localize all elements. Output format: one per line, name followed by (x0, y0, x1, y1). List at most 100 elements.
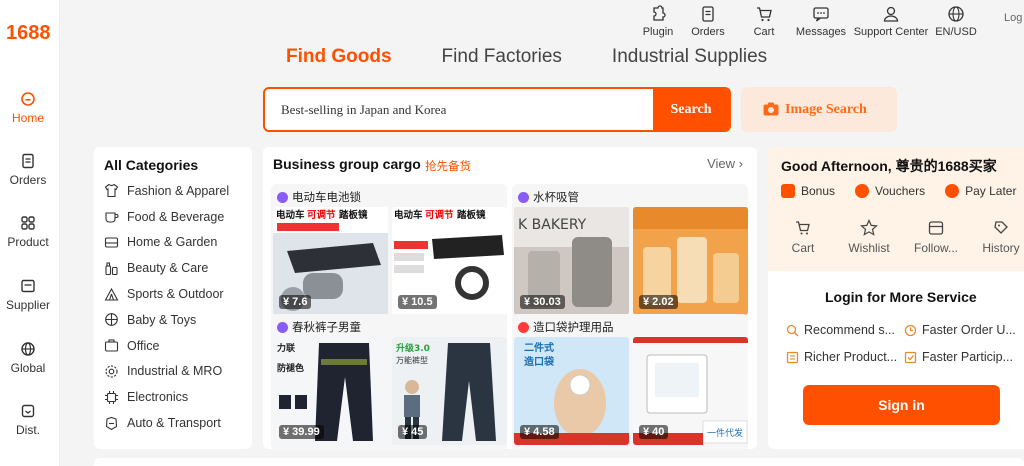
service-label: Recommend s... (804, 323, 896, 337)
cargo-group[interactable]: 电动车电池锁 电动车 可调节 踏板镜 ¥ 7.6 电动车 可调节 踏板镜 ¥ 10.5 (271, 184, 507, 320)
category-label: Home & Garden (127, 235, 218, 250)
home-icon (21, 92, 35, 106)
price-tag: ¥ 45 (398, 425, 428, 439)
tab-industrial-supplies[interactable]: Industrial Supplies (612, 46, 767, 68)
category-label: Baby & Toys (127, 312, 197, 327)
check-icon (904, 351, 917, 363)
perk-vouchers[interactable]: Vouchers (855, 184, 925, 198)
topbar-plugin[interactable]: Plugin (636, 2, 680, 42)
product-card[interactable]: 电动车 可调节 踏板镜 ¥ 10.5 (392, 207, 507, 315)
category-label: Beauty & Care (127, 261, 209, 276)
tab-find-factories[interactable]: Find Factories (442, 46, 562, 68)
product-card[interactable]: 电动车 可调节 踏板镜 ¥ 7.6 (273, 207, 388, 315)
svg-text:升级3.0: 升级3.0 (396, 342, 430, 354)
quick-follow[interactable]: Follow... (912, 219, 960, 255)
svg-text:电动车: 电动车 (276, 209, 305, 221)
categories-title[interactable]: All Categories (104, 157, 252, 173)
tent-icon (104, 287, 119, 301)
category-label: Auto & Transport (127, 416, 221, 431)
category-sports-outdoor[interactable]: Sports & Outdoor (104, 281, 252, 307)
orders-icon (702, 6, 714, 22)
product-card[interactable]: ¥ 2.02 (633, 207, 748, 315)
chevron-right-icon: › (738, 156, 743, 171)
perks-row: Bonus Vouchers Pay Later (781, 184, 1024, 198)
topbar-language-currency[interactable]: EN/USD (932, 2, 980, 42)
svg-text:可调节: 可调节 (307, 209, 336, 221)
category-label: Electronics (127, 390, 189, 405)
rail-item-label: Global (10, 361, 46, 375)
topbar-cart[interactable]: Cart (736, 2, 792, 42)
category-home-garden[interactable]: Home & Garden (104, 230, 252, 256)
tab-find-goods[interactable]: Find Goods (286, 46, 392, 68)
group-label: 电动车电池锁 (277, 189, 361, 205)
topbar-label: Plugin (642, 26, 674, 38)
category-label: Industrial & MRO (127, 364, 223, 379)
hot-badge-icon (518, 321, 529, 333)
category-fashion-apparel[interactable]: Fashion & Apparel (104, 178, 252, 204)
topbar-messages[interactable]: Messages (792, 2, 850, 42)
rail-item-product[interactable]: Product (0, 214, 56, 249)
price-tag: ¥ 40 (639, 425, 669, 439)
category-label: Food & Beverage (127, 209, 225, 224)
sign-in-button[interactable]: Sign in (803, 385, 1000, 425)
quick-history[interactable]: History (980, 219, 1022, 255)
category-office[interactable]: Office (104, 333, 252, 359)
car-icon (105, 416, 118, 430)
user-icon (883, 6, 899, 22)
product-card[interactable]: K BAKERY ¥ 30.03 (514, 207, 629, 315)
perk-bonus[interactable]: Bonus (781, 184, 835, 198)
svg-text:可调节: 可调节 (425, 209, 454, 221)
cargo-tag: 抢先备货 (425, 161, 471, 173)
perk-pay-later[interactable]: Pay Later (945, 184, 1016, 198)
quick-label: Cart (791, 241, 815, 255)
rail-item-dist[interactable]: Dist. (0, 402, 56, 437)
price-tag: ¥ 4.58 (520, 425, 559, 439)
rail-item-supplier[interactable]: Supplier (0, 277, 56, 312)
quick-label: Follow... (913, 241, 958, 255)
sofa-icon (104, 237, 119, 248)
category-food-beverage[interactable]: Food & Beverage (104, 204, 252, 230)
topbar-orders[interactable]: Orders (680, 2, 736, 42)
group-label-text: 水杯吸管 (533, 192, 579, 204)
topbar-support-center[interactable]: Support Center (850, 2, 932, 42)
bottom-section-edge (94, 458, 1024, 466)
image-search-button[interactable]: Image Search (741, 87, 897, 132)
product-card[interactable]: 二件式 造口袋 ¥ 4.58 (514, 337, 629, 445)
search-button[interactable]: Search (653, 89, 729, 130)
cargo-group[interactable]: 春秋裤子男童 力联 防褪色 ¥ 39.99 升级3.0 万能裤型 ¥ 45 (271, 314, 507, 450)
login-link[interactable]: Log (1004, 12, 1022, 24)
svg-text:电动车: 电动车 (394, 209, 423, 221)
cargo-group[interactable]: 水杯吸管 K BAKERY ¥ 30.03 ¥ 2.02 (512, 184, 748, 320)
category-beauty-care[interactable]: Beauty & Care (104, 255, 252, 281)
view-more-link[interactable]: View › (707, 156, 743, 171)
account-panel: Good Afternoon, 尊贵的1688买家 Bonus Vouchers… (768, 147, 1024, 449)
store-icon (928, 221, 944, 235)
topbar-label: EN/USD (935, 26, 977, 38)
category-electronics[interactable]: Electronics (104, 384, 252, 410)
rail-item-label: Orders (9, 173, 47, 187)
svg-text:万能裤型: 万能裤型 (396, 355, 428, 365)
rail-item-orders[interactable]: Orders (0, 152, 56, 187)
search-box: Search (263, 87, 731, 132)
search-input[interactable] (265, 89, 655, 130)
category-industrial-mro[interactable]: Industrial & MRO (104, 359, 252, 385)
cargo-group[interactable]: 造口袋护理用品 二件式 造口袋 ¥ 4.58 一件代发 ¥ 40 (512, 314, 748, 450)
quick-wishlist[interactable]: Wishlist (846, 219, 892, 255)
product-card[interactable]: 力联 防褪色 ¥ 39.99 (273, 337, 388, 445)
clock-icon (904, 324, 917, 336)
product-icon (21, 216, 35, 230)
rail-item-home[interactable]: Home (0, 90, 56, 125)
service-faster-order: Faster Order U... (904, 323, 1016, 337)
hot-badge-icon (518, 191, 529, 203)
product-card[interactable]: 一件代发 ¥ 40 (633, 337, 748, 445)
rail-item-global[interactable]: Global (0, 340, 56, 375)
service-recommend: Recommend s... (786, 323, 895, 337)
product-card[interactable]: 升级3.0 万能裤型 ¥ 45 (392, 337, 507, 445)
category-baby-toys[interactable]: Baby & Toys (104, 307, 252, 333)
category-auto-transport[interactable]: Auto & Transport (104, 410, 252, 436)
globe-icon (948, 6, 964, 22)
group-label-text: 春秋裤子男童 (292, 322, 361, 334)
brand-logo[interactable]: 1688 (6, 22, 51, 45)
cart-icon (757, 7, 772, 22)
quick-cart[interactable]: Cart (788, 219, 818, 255)
